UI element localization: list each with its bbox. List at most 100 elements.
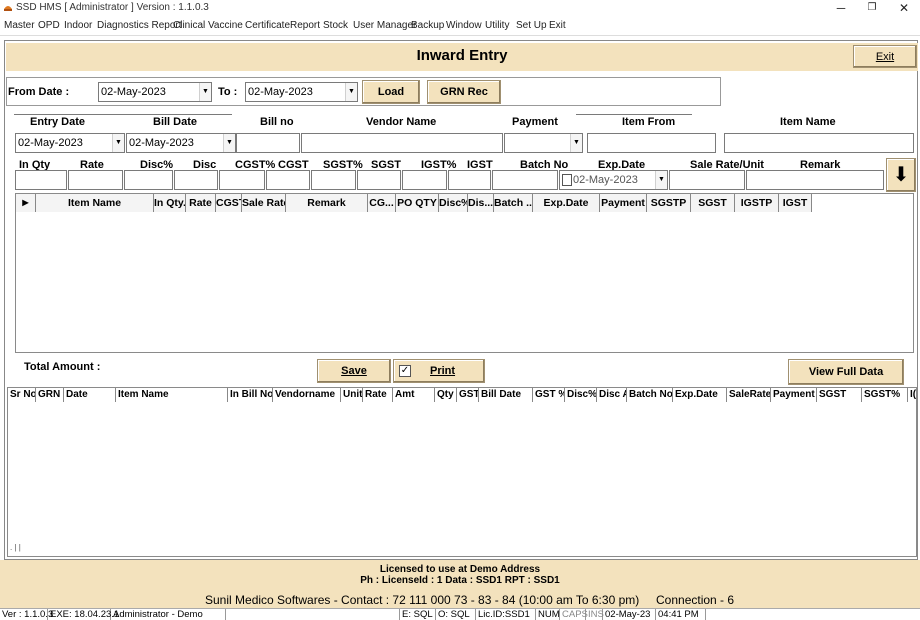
exit-button[interactable]: Exit bbox=[853, 45, 917, 68]
sgst-pct-input[interactable] bbox=[311, 170, 356, 190]
from-date-label: From Date : bbox=[8, 86, 70, 98]
remark-input[interactable] bbox=[746, 170, 884, 190]
items-col-header[interactable]: SGST bbox=[691, 194, 735, 212]
items-col-header[interactable]: Payment bbox=[600, 194, 647, 212]
minimize-button[interactable]: ─ bbox=[830, 0, 852, 16]
print-button[interactable]: ✓ Print bbox=[393, 359, 485, 383]
items-col-header[interactable]: IGST bbox=[779, 194, 812, 212]
igst-input[interactable] bbox=[448, 170, 491, 190]
cgst-input[interactable] bbox=[266, 170, 310, 190]
items-col-header[interactable]: PO QTY bbox=[396, 194, 439, 212]
items-col-header[interactable]: SGSTP bbox=[647, 194, 691, 212]
menu-stock[interactable]: Stock bbox=[323, 20, 348, 31]
sale-rate-input[interactable] bbox=[669, 170, 745, 190]
vendor-name-input[interactable] bbox=[301, 133, 503, 153]
history-col-header[interactable]: I( bbox=[908, 388, 918, 402]
menu-report[interactable]: Report bbox=[290, 20, 320, 31]
menu-master[interactable]: Master bbox=[4, 20, 35, 31]
history-col-header[interactable]: In Bill No bbox=[228, 388, 273, 402]
item-from-input[interactable] bbox=[587, 133, 716, 153]
cgst-pct-input[interactable] bbox=[219, 170, 265, 190]
payment-select[interactable]: ▼ bbox=[504, 133, 583, 153]
history-col-header[interactable]: Qty bbox=[435, 388, 457, 402]
bill-no-input[interactable] bbox=[236, 133, 300, 153]
batch-no-input[interactable] bbox=[492, 170, 558, 190]
history-col-header[interactable]: Amt bbox=[393, 388, 435, 402]
items-col-header[interactable]: Item Name bbox=[36, 194, 154, 212]
history-col-header[interactable]: Batch No bbox=[627, 388, 673, 402]
items-col-header[interactable]: Batch ... bbox=[494, 194, 533, 212]
sgst-input[interactable] bbox=[357, 170, 401, 190]
disc-pct-input[interactable] bbox=[124, 170, 173, 190]
license-line-1: Licensed to use at Demo Address bbox=[379, 564, 541, 575]
menu-window[interactable]: Window bbox=[446, 20, 482, 31]
bill-date-picker[interactable]: 02-May-2023 ▼ bbox=[126, 133, 236, 153]
print-checkbox[interactable]: ✓ bbox=[399, 365, 411, 377]
menu-opd[interactable]: OPD bbox=[38, 20, 60, 31]
history-col-header[interactable]: SGST% bbox=[862, 388, 908, 402]
items-col-header[interactable]: Dis... bbox=[468, 194, 494, 212]
items-col-header[interactable]: CGST bbox=[216, 194, 242, 212]
menu-vaccine[interactable]: Vaccine bbox=[208, 20, 243, 31]
payment-label: Payment bbox=[512, 116, 558, 128]
rate-input[interactable] bbox=[68, 170, 123, 190]
items-col-header[interactable]: Exp.Date bbox=[533, 194, 600, 212]
history-col-header[interactable]: Unit bbox=[341, 388, 363, 402]
view-full-data-button[interactable]: View Full Data bbox=[788, 359, 904, 385]
maximize-button[interactable]: ❐ bbox=[861, 0, 883, 16]
menu-indoor[interactable]: Indoor bbox=[64, 20, 92, 31]
items-col-header[interactable]: CG... bbox=[368, 194, 396, 212]
menu-utility[interactable]: Utility bbox=[485, 20, 509, 31]
chevron-down-icon: ▼ bbox=[345, 83, 357, 101]
igst-pct-input[interactable] bbox=[402, 170, 447, 190]
history-col-header[interactable]: SaleRate bbox=[727, 388, 771, 402]
status-user: Administrator - Demo bbox=[111, 609, 226, 620]
grn-rec-button[interactable]: GRN Rec bbox=[427, 80, 501, 104]
history-col-header[interactable]: GST % bbox=[533, 388, 565, 402]
items-col-header[interactable]: Sale Rate bbox=[242, 194, 286, 212]
menu-backup[interactable]: Backup bbox=[411, 20, 444, 31]
save-button[interactable]: Save bbox=[317, 359, 391, 383]
exp-date-picker[interactable]: 02-May-2023 ▼ bbox=[559, 170, 668, 190]
menu-diagnostics[interactable]: Diagnostics Report bbox=[97, 20, 181, 31]
history-col-header[interactable]: Payment bbox=[771, 388, 817, 402]
history-col-header[interactable]: GST bbox=[457, 388, 479, 402]
status-e-sql: E: SQL bbox=[400, 609, 436, 620]
item-name-input[interactable] bbox=[724, 133, 914, 153]
in-qty-input[interactable] bbox=[15, 170, 67, 190]
items-col-header[interactable]: IGSTP bbox=[735, 194, 779, 212]
items-col-header[interactable]: Disc% bbox=[439, 194, 468, 212]
history-col-header[interactable]: Vendorname bbox=[273, 388, 341, 402]
close-button[interactable]: ✕ bbox=[893, 0, 915, 16]
add-item-button[interactable]: ⬇ bbox=[886, 158, 916, 192]
to-date-picker[interactable]: 02-May-2023 ▼ bbox=[245, 82, 358, 102]
history-col-header[interactable]: Item Name bbox=[116, 388, 228, 402]
vendor-name-label: Vendor Name bbox=[366, 116, 437, 128]
history-col-header[interactable]: Sr No bbox=[8, 388, 36, 402]
connection-info: Connection - 6 bbox=[656, 593, 735, 607]
history-col-header[interactable]: Rate bbox=[363, 388, 393, 402]
history-col-header[interactable]: Disc A bbox=[597, 388, 627, 402]
entry-date-picker[interactable]: 02-May-2023 ▼ bbox=[15, 133, 125, 153]
history-col-header[interactable]: Exp.Date bbox=[673, 388, 727, 402]
menu-exit[interactable]: Exit bbox=[549, 20, 566, 31]
load-button[interactable]: Load bbox=[362, 80, 420, 104]
items-grid[interactable]: ▶ Item Name In Qty. Rate CGST Sale Rate … bbox=[15, 193, 914, 353]
disc-input[interactable] bbox=[174, 170, 218, 190]
history-col-header[interactable]: SGST bbox=[817, 388, 862, 402]
menu-clinical[interactable]: Clinical bbox=[173, 20, 205, 31]
exp-date-checkbox[interactable] bbox=[562, 174, 572, 186]
horizontal-scrollbar[interactable]: . | | bbox=[10, 543, 21, 552]
items-col-header[interactable]: Remark bbox=[286, 194, 368, 212]
history-col-header[interactable]: Date bbox=[64, 388, 116, 402]
items-col-header[interactable]: Rate bbox=[186, 194, 216, 212]
history-col-header[interactable]: Bill Date bbox=[479, 388, 533, 402]
menu-user-manager[interactable]: User Manager bbox=[353, 20, 416, 31]
history-grid[interactable]: Sr No GRN N Date Item Name In Bill No Ve… bbox=[7, 387, 917, 557]
items-col-header[interactable]: In Qty. bbox=[154, 194, 186, 212]
menu-certificate[interactable]: Certificate bbox=[245, 20, 290, 31]
history-col-header[interactable]: Disc% bbox=[565, 388, 597, 402]
from-date-picker[interactable]: 02-May-2023 ▼ bbox=[98, 82, 212, 102]
history-col-header[interactable]: GRN N bbox=[36, 388, 64, 402]
menu-setup[interactable]: Set Up bbox=[516, 20, 547, 31]
